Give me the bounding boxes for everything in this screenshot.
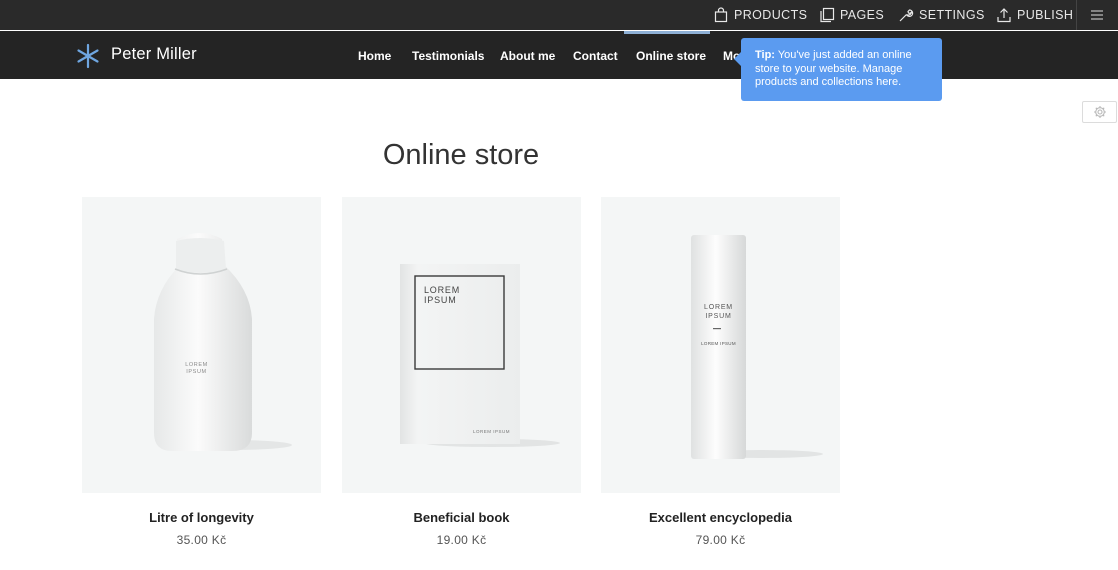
toolbar-divider	[1076, 0, 1077, 30]
pages-icon	[820, 7, 835, 23]
book-title-line2: IPSUM	[424, 295, 457, 305]
product-image-bottle[interactable]: LOREM IPSUM	[82, 197, 321, 493]
tube-sub-label: LOREM IPSUM	[701, 341, 736, 346]
book-footer-label: LOREM IPSUM	[473, 429, 511, 434]
admin-toolbar: PRODUCTS PAGES SETTINGS PUBLISH	[0, 0, 1118, 30]
product-card[interactable]: LOREM IPSUM LOREM IPSUM Beneficial book …	[342, 197, 581, 547]
tube-label-line2: IPSUM	[705, 313, 732, 320]
tube-label-line1: LOREM	[704, 304, 733, 311]
product-name[interactable]: Beneficial book	[342, 510, 581, 525]
book-illustration	[400, 264, 560, 447]
tip-prefix: Tip:	[755, 49, 775, 61]
nav-item-testimonials[interactable]: Testimonials	[412, 49, 484, 63]
publish-label: PUBLISH	[1017, 8, 1074, 22]
tooltip-arrow	[734, 52, 741, 66]
bottle-label-line2: IPSUM	[186, 369, 207, 375]
bottle-illustration	[154, 233, 292, 451]
products-button[interactable]: PRODUCTS	[713, 0, 807, 30]
page-title: Online store	[382, 139, 540, 171]
gear-icon	[1093, 106, 1106, 118]
product-name[interactable]: Excellent encyclopedia	[601, 510, 840, 525]
product-price: 19.00 Kč	[436, 533, 487, 547]
product-image-tube[interactable]: LOREM IPSUM LOREM IPSUM	[601, 197, 840, 493]
active-nav-indicator	[624, 31, 710, 34]
wrench-icon	[899, 9, 914, 22]
product-price: 35.00 Kč	[176, 533, 227, 547]
product-price: 79.00 Kč	[695, 533, 746, 547]
site-name[interactable]: Peter Miller	[111, 45, 197, 64]
nav-item-online-store[interactable]: Online store	[636, 49, 706, 63]
product-card[interactable]: LOREM IPSUM Litre of longevity 35.00 Kč	[82, 197, 321, 547]
pages-label: PAGES	[840, 8, 885, 22]
hamburger-menu-icon[interactable]	[1090, 8, 1104, 22]
nav-item-home[interactable]: Home	[358, 49, 391, 63]
publish-button[interactable]: PUBLISH	[996, 0, 1073, 30]
settings-button[interactable]: SETTINGS	[898, 0, 985, 30]
product-image-book[interactable]: LOREM IPSUM LOREM IPSUM	[342, 197, 581, 493]
nav-item-about-me[interactable]: About me	[500, 49, 555, 63]
nav-item-contact[interactable]: Contact	[573, 49, 618, 63]
pages-button[interactable]: PAGES	[819, 0, 884, 30]
snowflake-logo-icon[interactable]	[75, 43, 101, 69]
bottle-label-line1: LOREM	[185, 362, 208, 368]
section-settings-button[interactable]	[1082, 101, 1117, 123]
tip-text: You've just added an online store to you…	[755, 49, 912, 88]
product-card[interactable]: LOREM IPSUM LOREM IPSUM Excellent encycl…	[601, 197, 840, 547]
upload-icon	[997, 8, 1011, 23]
book-title-line1: LOREM	[424, 285, 461, 295]
tip-tooltip[interactable]: Tip: You've just added an online store t…	[734, 38, 942, 101]
settings-label: SETTINGS	[919, 8, 985, 22]
shopping-bag-icon	[714, 7, 728, 23]
site-header: Peter Miller Home Testimonials About me …	[0, 31, 1118, 79]
products-label: PRODUCTS	[734, 8, 808, 22]
product-name[interactable]: Litre of longevity	[82, 510, 321, 525]
